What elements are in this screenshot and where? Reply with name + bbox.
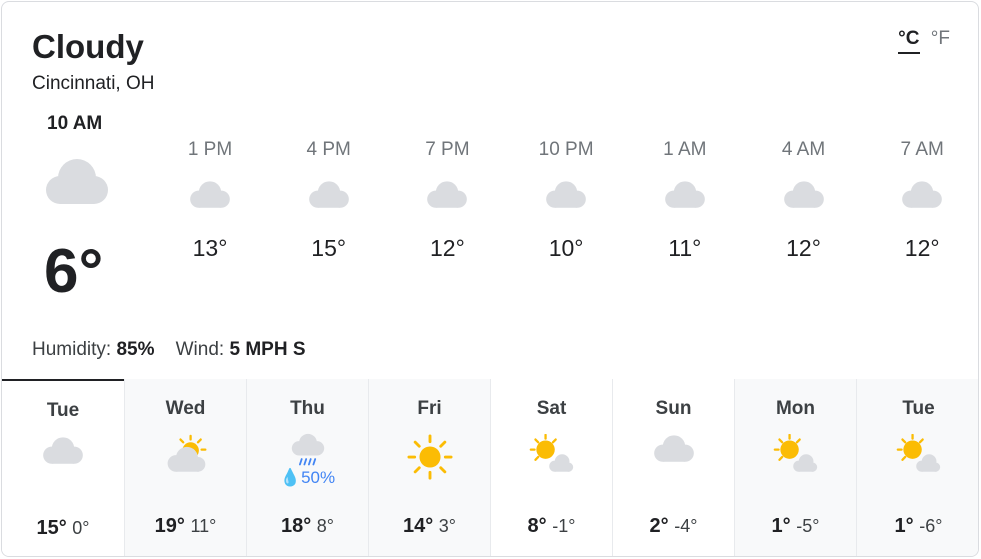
- daily-forecast: Tue 15° 0° Wed 19° 11° Thu 💧50% 18° 8° Fri 14° 3…: [2, 379, 978, 556]
- cloud-icon: [745, 180, 863, 220]
- humidity-label: Humidity:: [32, 339, 112, 360]
- hour-temperature: 10°: [548, 235, 584, 261]
- hour-temperature: 12°: [904, 235, 940, 261]
- hour-temperature: 12°: [786, 235, 821, 261]
- wind-label: Wind:: [175, 339, 225, 360]
- cloud-icon: [2, 436, 124, 480]
- day-temperatures: 18° 8°: [247, 515, 368, 538]
- cloud-icon: [863, 180, 978, 220]
- day-name: Tue: [46, 400, 80, 421]
- day-high: 15°: [36, 517, 67, 539]
- current-temperature: 6°: [44, 237, 104, 306]
- day-temperatures: 15° 0°: [2, 517, 124, 540]
- hour-item: 4 PM 15°: [270, 139, 388, 262]
- hour-item: 10 PM 10°: [507, 139, 625, 262]
- day-high: 14°: [402, 515, 434, 537]
- day-high: 19°: [154, 515, 185, 537]
- hour-item: 7 AM 12°: [863, 139, 978, 262]
- celsius-button[interactable]: °C: [898, 28, 920, 54]
- day-name: Sat: [536, 398, 567, 419]
- rain-icon: [247, 433, 368, 467]
- precipitation-chance: 💧50%: [247, 468, 368, 488]
- hour-temperature: 12°: [430, 235, 465, 261]
- location-label: Cincinnati, OH: [32, 73, 155, 94]
- day-item-sun[interactable]: Sun 2° -4°: [612, 379, 734, 556]
- cloud-icon: [151, 180, 269, 220]
- day-low: -6°: [919, 516, 943, 536]
- cloud-icon: [613, 434, 734, 478]
- cloud-icon: [40, 157, 112, 214]
- hour-temperature: 11°: [668, 235, 702, 261]
- day-item-thu[interactable]: Thu 💧50% 18° 8°: [246, 379, 368, 556]
- day-high: 18°: [280, 515, 312, 537]
- cloud-icon: [507, 180, 625, 220]
- unit-toggle: °C °F: [898, 28, 950, 54]
- hour-item: 1 AM 11°: [626, 139, 744, 262]
- day-item-fri[interactable]: Fri 14° 3°: [368, 379, 490, 556]
- day-name: Tue: [902, 398, 935, 419]
- day-high: 1°: [771, 515, 791, 537]
- mostly-sunny-icon: [491, 433, 612, 478]
- hour-time: 1 PM: [187, 139, 233, 160]
- hourly-forecast: 1 PM 13° 4 PM 15° 7 PM 12° 10 PM 10° 1 AM 11° 4 AM…: [151, 139, 978, 299]
- day-high: 1°: [894, 515, 914, 537]
- day-name: Fri: [417, 398, 442, 419]
- cloud-icon: [626, 180, 744, 220]
- sun-icon: [369, 434, 490, 480]
- hour-item: 4 AM 12°: [745, 139, 863, 262]
- hour-time: 4 PM: [306, 139, 351, 160]
- hour-time: 7 PM: [425, 139, 470, 160]
- day-item-wed[interactable]: Wed 19° 11°: [124, 379, 246, 556]
- day-temperatures: 2° -4°: [613, 515, 734, 538]
- day-temperatures: 14° 3°: [369, 515, 490, 538]
- cloud-icon: [270, 180, 388, 220]
- mostly-sunny-icon: [735, 433, 856, 478]
- hour-item: 1 PM 13°: [151, 139, 269, 262]
- day-low: 0°: [72, 518, 90, 538]
- precipitation-value: 50%: [301, 468, 336, 487]
- day-high: 8°: [527, 515, 547, 537]
- hour-temperature: 13°: [192, 235, 228, 261]
- hour-time: 7 AM: [900, 139, 944, 160]
- day-temperatures: 1° -6°: [857, 515, 978, 538]
- current-time: 10 AM: [47, 113, 103, 134]
- raindrop-icon: 💧: [279, 468, 302, 487]
- day-low: 8°: [316, 516, 335, 536]
- hour-time: 4 AM: [781, 139, 826, 160]
- humidity-value: 85%: [116, 339, 155, 360]
- day-temperatures: 1° -5°: [735, 515, 856, 538]
- day-item-tue[interactable]: Tue 1° -6°: [856, 379, 978, 556]
- hour-time: 10 PM: [538, 139, 594, 160]
- conditions-details: Humidity: 85% Wind: 5 MPH S: [32, 339, 306, 361]
- day-item-sat[interactable]: Sat 8° -1°: [490, 379, 612, 556]
- partly-cloudy-icon: [125, 434, 246, 478]
- day-name: Thu: [290, 398, 325, 419]
- hour-temperature: 15°: [311, 235, 347, 261]
- weather-card: Cloudy Cincinnati, OH °C °F 10 AM 6° 1 P…: [1, 1, 979, 557]
- hour-item: 7 PM 12°: [388, 139, 506, 262]
- day-name: Sun: [655, 398, 692, 419]
- day-low: 11°: [190, 516, 217, 536]
- day-item-tue[interactable]: Tue 15° 0°: [2, 379, 124, 556]
- day-low: 3°: [438, 516, 457, 536]
- day-name: Mon: [775, 398, 816, 419]
- day-name: Wed: [165, 398, 206, 419]
- condition-title: Cloudy: [32, 28, 144, 65]
- day-low: -4°: [674, 516, 698, 536]
- day-low: -1°: [552, 516, 576, 536]
- wind-value: 5 MPH S: [229, 339, 306, 360]
- fahrenheit-button[interactable]: °F: [931, 28, 950, 49]
- cloud-icon: [388, 180, 506, 220]
- hour-time: 1 AM: [663, 139, 707, 160]
- day-high: 2°: [649, 515, 669, 537]
- day-low: -5°: [796, 516, 820, 536]
- day-temperatures: 8° -1°: [491, 515, 612, 538]
- day-item-mon[interactable]: Mon 1° -5°: [734, 379, 856, 556]
- mostly-sunny-icon: [857, 433, 978, 478]
- day-temperatures: 19° 11°: [125, 515, 246, 538]
